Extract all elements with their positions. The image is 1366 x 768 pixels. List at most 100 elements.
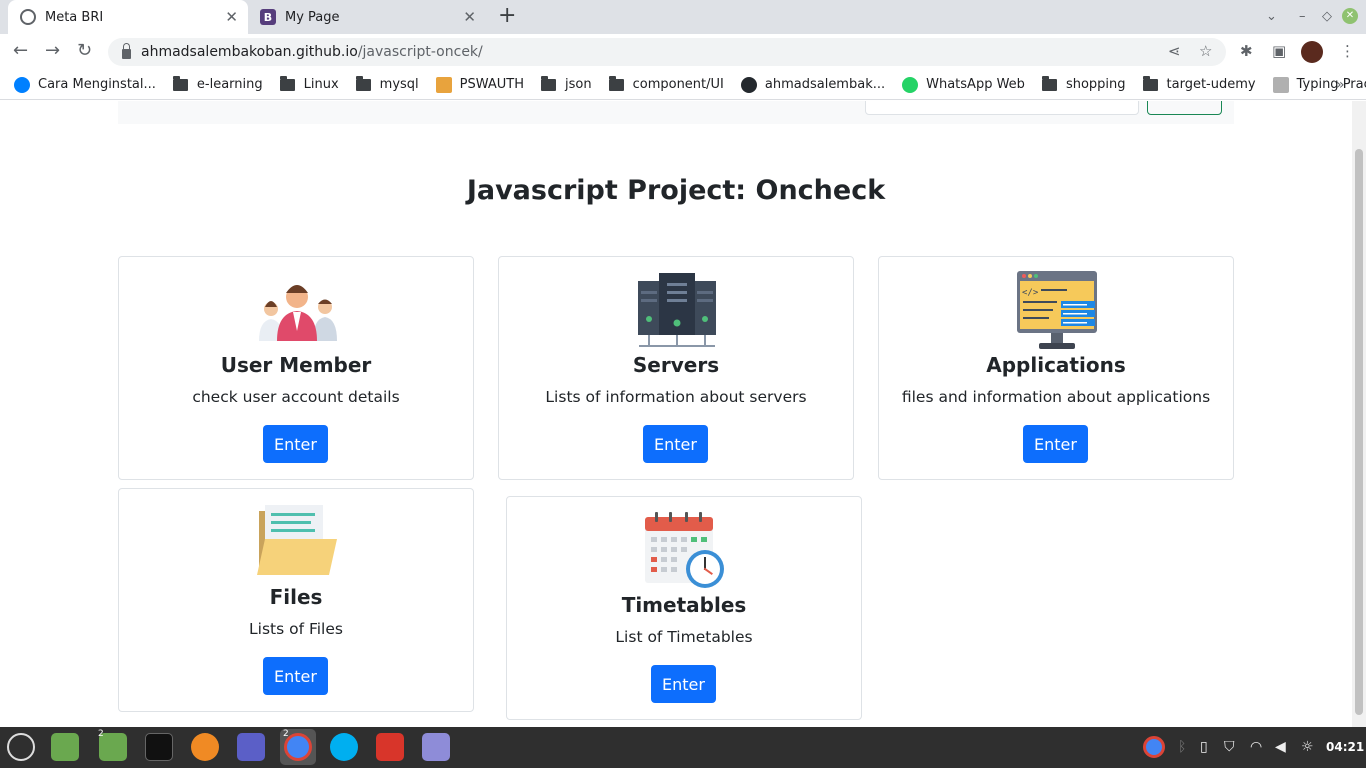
tab-title: My Page [285, 9, 340, 25]
clipboard-icon[interactable]: ▯ [1200, 739, 1208, 755]
brightness-icon[interactable]: ☼ [1301, 739, 1314, 755]
terminal-icon[interactable] [145, 733, 173, 761]
bookmark-item[interactable]: target-udemy [1142, 75, 1256, 92]
browser-tab-strip: Meta BRI ✕ B My Page ✕ + ⌄ – ◇ ✕ [0, 0, 1366, 34]
minimize-button[interactable]: – [1299, 9, 1306, 24]
address-bar-row: ← → ↻ ahmadsalembakoban.github.io/javasc… [0, 34, 1366, 70]
os-taskbar: 2 2 ᛒ ▯ ⛉ ◠ ◀ ☼ 04:21 [0, 727, 1366, 768]
card-description: List of Timetables [615, 628, 753, 646]
card-user-member: User Member check user account details E… [118, 256, 474, 480]
tab-meta-bri[interactable]: Meta BRI ✕ [8, 0, 248, 34]
bookmark-item[interactable]: ahmadsalembak... [740, 76, 885, 93]
svg-text:</>: </> [1022, 288, 1039, 298]
card-description: Lists of information about servers [545, 388, 807, 406]
reload-icon[interactable]: ↻ [77, 41, 92, 61]
digitalocean-icon [14, 76, 30, 93]
card-description: Lists of Files [249, 620, 343, 638]
bookmark-item[interactable]: e-learning [172, 75, 263, 92]
folder-icon [172, 75, 188, 91]
typing-icon [1272, 76, 1289, 93]
page-scrollbar[interactable] [1352, 101, 1366, 727]
bookmark-item[interactable]: WhatsApp Web [902, 76, 1025, 93]
bootstrap-icon: B [260, 9, 276, 25]
bookmark-item[interactable]: Cara Menginstal... [14, 76, 156, 93]
wifi-icon[interactable]: ◠ [1250, 739, 1262, 755]
url-path: /javascript-oncek/ [357, 44, 483, 60]
chrome-tray-icon[interactable] [1143, 736, 1165, 758]
bookmark-item[interactable]: Typing Practice [1272, 76, 1366, 93]
scrollbar-thumb[interactable] [1355, 149, 1363, 715]
text-editor-icon[interactable] [422, 733, 450, 761]
bookmark-item[interactable]: PSWAUTH [435, 76, 524, 93]
enter-button[interactable]: Enter [643, 425, 708, 463]
tab-title: Meta BRI [45, 9, 104, 25]
clock[interactable]: 04:21 [1326, 740, 1364, 754]
search-button[interactable] [1147, 101, 1222, 115]
users-icon [259, 285, 337, 341]
volume-icon[interactable]: ◀ [1275, 739, 1286, 755]
card-title: Timetables [621, 593, 747, 617]
share-icon[interactable]: ⋖ [1168, 42, 1181, 60]
star-icon[interactable]: ☆ [1199, 42, 1212, 60]
folder-icon [541, 75, 557, 91]
skype-icon[interactable] [330, 733, 358, 761]
tab-my-page[interactable]: B My Page ✕ [250, 0, 486, 34]
forward-arrow-icon[interactable]: → [45, 41, 60, 61]
files-folder-icon[interactable] [51, 733, 79, 761]
bookmarks-bar: Cara Menginstal... e-learning Linux mysq… [0, 70, 1366, 100]
menu-icon[interactable]: ⋮ [1340, 42, 1355, 60]
code-window-icon: </> [1017, 271, 1097, 349]
gimp-icon[interactable] [376, 733, 404, 761]
page-title: Javascript Project: Oncheck [466, 175, 886, 206]
globe-icon [20, 9, 36, 25]
folder-icon [1142, 75, 1158, 91]
folder-icon [355, 75, 371, 91]
enter-button[interactable]: Enter [651, 665, 716, 703]
folder-icon [608, 75, 624, 91]
side-panel-icon[interactable]: ▣ [1272, 42, 1286, 60]
close-icon[interactable]: ✕ [225, 8, 238, 26]
enter-button[interactable]: Enter [1023, 425, 1088, 463]
lock-icon [122, 43, 131, 59]
whatsapp-icon [902, 76, 919, 93]
folder-icon [279, 75, 295, 91]
card-files: Files Lists of Files Enter [118, 488, 474, 712]
bookmark-item[interactable]: Linux [279, 75, 339, 92]
pswauth-icon [435, 76, 452, 93]
window-close-button[interactable]: ✕ [1342, 8, 1358, 24]
close-icon[interactable]: ✕ [463, 8, 476, 26]
calendar-clock-icon [645, 512, 724, 588]
card-title: Servers [632, 353, 720, 377]
page-viewport: Javascript Project: Oncheck User Member … [0, 101, 1352, 727]
new-tab-button[interactable]: + [498, 5, 516, 27]
firefox-icon[interactable] [191, 733, 219, 761]
bookmark-item[interactable]: json [541, 75, 592, 92]
card-servers: Servers Lists of information about serve… [498, 256, 854, 480]
folder-files-icon [257, 505, 337, 575]
tab-search-icon[interactable]: ⌄ [1266, 9, 1277, 24]
bluetooth-icon[interactable]: ᛒ [1178, 739, 1186, 755]
folder-icon [1041, 75, 1057, 91]
url-input[interactable]: ahmadsalembakoban.github.io/javascript-o… [108, 38, 1226, 66]
bookmark-item[interactable]: mysql [355, 75, 419, 92]
card-title: User Member [220, 353, 372, 377]
card-timetables: Timetables List of Timetables Enter [506, 496, 862, 720]
card-description: files and information about applications [901, 388, 1211, 406]
enter-button[interactable]: Enter [263, 657, 328, 695]
window-count-badge: 2 [283, 729, 289, 739]
extensions-icon[interactable]: ✱ [1240, 42, 1253, 60]
bookmarks-overflow-icon[interactable]: » [1336, 77, 1345, 93]
search-input[interactable] [865, 101, 1139, 115]
navbar-strip [118, 101, 1234, 124]
shield-icon[interactable]: ⛉ [1224, 739, 1235, 755]
github-icon [740, 76, 757, 93]
teams-icon[interactable] [237, 733, 265, 761]
avatar[interactable] [1301, 41, 1323, 63]
enter-button[interactable]: Enter [263, 425, 328, 463]
restore-button[interactable]: ◇ [1322, 9, 1332, 24]
card-title: Files [269, 585, 323, 609]
mint-menu-icon[interactable] [7, 733, 35, 761]
back-arrow-icon[interactable]: ← [13, 41, 28, 61]
bookmark-item[interactable]: component/UI [608, 75, 724, 92]
bookmark-item[interactable]: shopping [1041, 75, 1126, 92]
